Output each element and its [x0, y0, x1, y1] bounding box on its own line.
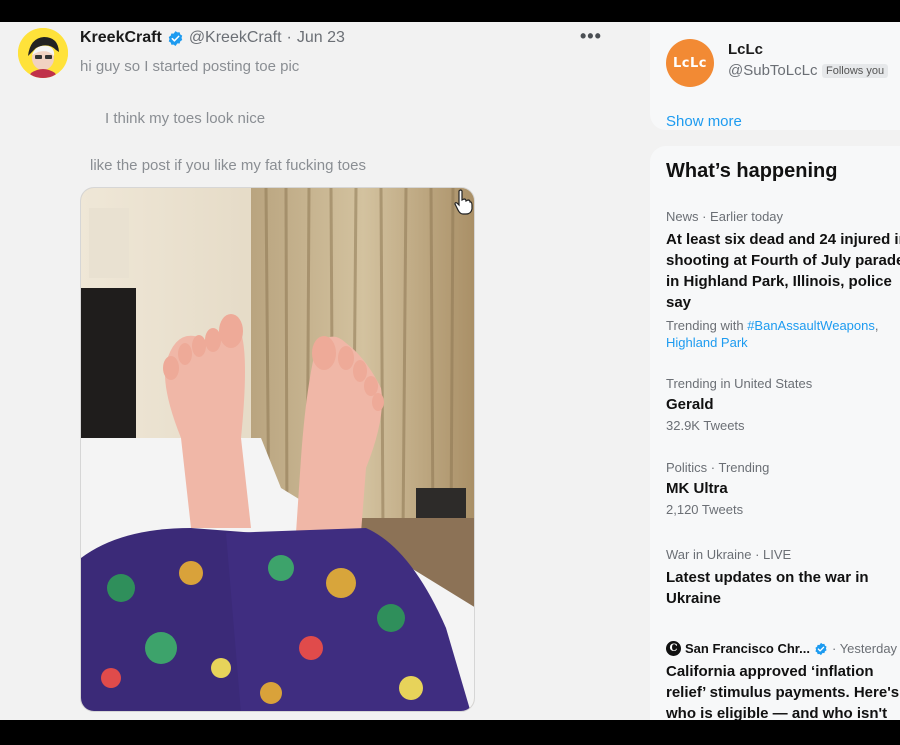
trend-item[interactable]: Politics · Trending MK Ultra 2,120 Tweet… — [666, 459, 900, 518]
follows-you-badge: Follows you — [822, 64, 889, 78]
author-name[interactable]: KreekCraft — [80, 29, 162, 47]
news-source-logo-icon: C — [666, 641, 681, 656]
tweet-photo[interactable] — [80, 187, 475, 712]
author-avatar-image — [18, 28, 68, 78]
twitter-screen: KreekCraft @KreekCraft · Jun 23 ••• hi g… — [0, 22, 900, 720]
show-more-link[interactable]: Show more — [666, 113, 742, 130]
author-handle[interactable]: @KreekCraft — [189, 29, 282, 47]
trend-item[interactable]: Trending in United States Gerald 32.9K T… — [666, 375, 900, 434]
verified-badge-icon — [168, 30, 183, 46]
trend-meta: Politics · Trending — [666, 460, 770, 475]
author-avatar[interactable] — [18, 28, 68, 78]
right-sidebar: LcLc LcLc @SubToLcLc Follows you Show mo… — [618, 22, 900, 720]
news-source-row: C San Francisco Chr... · Yesterday — [666, 640, 900, 657]
more-options-icon[interactable]: ••• — [580, 26, 602, 47]
highland-park-link[interactable]: Highland Park — [666, 335, 748, 350]
follow-suggestion-name[interactable]: LcLc — [728, 41, 763, 58]
trend-title: At least six dead and 24 injured in shoo… — [666, 231, 900, 311]
tweet-text-line-2: I think my toes look nice — [105, 110, 266, 127]
header-separator: · — [286, 29, 292, 46]
trending-with-label: Trending with — [666, 318, 744, 333]
news-source-name: San Francisco Chr... — [685, 641, 810, 656]
video-letterbox-bottom — [0, 720, 900, 745]
trend-title: MK Ultra — [666, 480, 728, 497]
tweet-text-line-1: hi guy so I started posting toe pic — [80, 58, 300, 75]
tweet-text-line-3: like the post if you like my fat fucking… — [90, 157, 366, 174]
trend-meta: War in Ukraine · LIVE — [666, 547, 792, 562]
trend-item[interactable]: News · Earlier today At least six dead a… — [666, 208, 900, 351]
trend-meta: News · Earlier today — [666, 209, 784, 224]
tweet[interactable]: KreekCraft @KreekCraft · Jun 23 ••• hi g… — [0, 22, 618, 720]
whats-happening-card: What’s happening News · Earlier today At… — [650, 146, 900, 720]
hand-cursor-icon — [454, 189, 473, 215]
feet-photo-illustration — [81, 188, 474, 711]
lclc-avatar[interactable]: LcLc — [666, 39, 714, 87]
whats-happening-title: What’s happening — [666, 160, 838, 182]
trend-title: Latest updates on the war in Ukraine — [666, 569, 869, 607]
video-letterbox-top — [0, 0, 900, 22]
follow-suggestion-handle[interactable]: @SubToLcLc — [728, 62, 817, 79]
lclc-avatar-text: LcLc — [673, 55, 707, 71]
trend-item[interactable]: War in Ukraine · LIVE Latest updates on … — [666, 546, 900, 609]
trend-title: Gerald — [666, 396, 714, 413]
trending-with-separator: , — [874, 318, 879, 333]
verified-badge-icon — [815, 642, 827, 655]
trend-title: California approved ‘inflation relief’ s… — [666, 663, 900, 720]
who-to-follow-card: LcLc LcLc @SubToLcLc Follows you Show mo… — [650, 22, 900, 130]
trend-tweet-count: 32.9K Tweets — [666, 418, 745, 433]
trend-item[interactable]: C San Francisco Chr... · Yesterday Calif… — [666, 640, 900, 720]
trend-tweet-count: 2,120 Tweets — [666, 502, 744, 517]
trend-meta: Trending in United States — [666, 376, 813, 391]
news-time: · Yesterday — [832, 641, 898, 656]
tweet-header: KreekCraft @KreekCraft · Jun 23 — [80, 29, 345, 47]
tweet-date[interactable]: Jun 23 — [297, 29, 345, 47]
hashtag-link[interactable]: #BanAssaultWeapons — [747, 318, 875, 333]
trending-with: Trending with #BanAssaultWeapons, Highla… — [666, 317, 900, 351]
